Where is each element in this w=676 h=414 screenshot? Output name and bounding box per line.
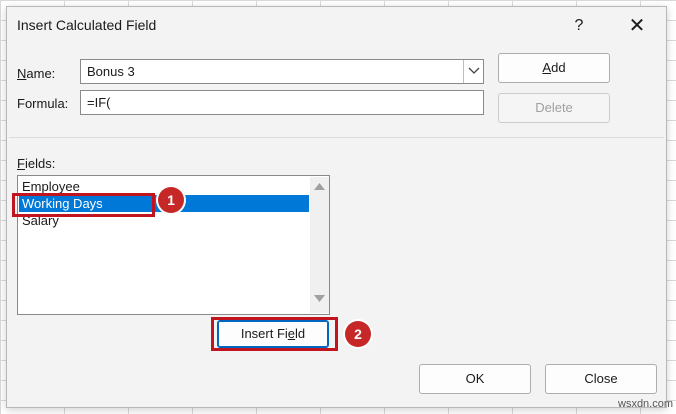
formula-label: Formula:	[17, 96, 69, 111]
dialog-title: Insert Calculated Field	[17, 17, 157, 33]
list-item[interactable]: Salary	[19, 212, 309, 229]
step-badge-2: 2	[345, 321, 371, 347]
dialog-titlebar: Insert Calculated Field ? ✕	[7, 7, 666, 45]
insert-calculated-field-dialog: Insert Calculated Field ? ✕ Name: Bonus …	[6, 6, 667, 408]
step-badge-1: 1	[158, 187, 184, 213]
help-button[interactable]: ?	[559, 10, 599, 42]
name-label: Name:	[17, 66, 56, 81]
add-button[interactable]: Add	[498, 53, 610, 83]
scroll-down-icon[interactable]	[314, 295, 325, 302]
formula-input[interactable]: =IF(	[80, 90, 484, 115]
watermark: wsxdn.com	[618, 398, 674, 410]
chevron-down-icon	[468, 67, 480, 74]
fields-label: Fields:	[17, 156, 56, 171]
scroll-up-icon[interactable]	[314, 183, 325, 190]
listbox-scrollbar[interactable]	[310, 177, 329, 313]
insert-field-button[interactable]: Insert Field	[217, 320, 329, 348]
ok-button[interactable]: OK	[419, 364, 531, 394]
delete-button[interactable]: Delete	[498, 93, 610, 123]
name-combobox[interactable]: Bonus 3	[80, 59, 484, 84]
close-icon[interactable]: ✕	[617, 10, 657, 42]
separator	[9, 137, 664, 138]
name-dropdown-button[interactable]	[463, 60, 483, 83]
close-button[interactable]: Close	[545, 364, 657, 394]
name-input[interactable]: Bonus 3	[87, 64, 135, 79]
